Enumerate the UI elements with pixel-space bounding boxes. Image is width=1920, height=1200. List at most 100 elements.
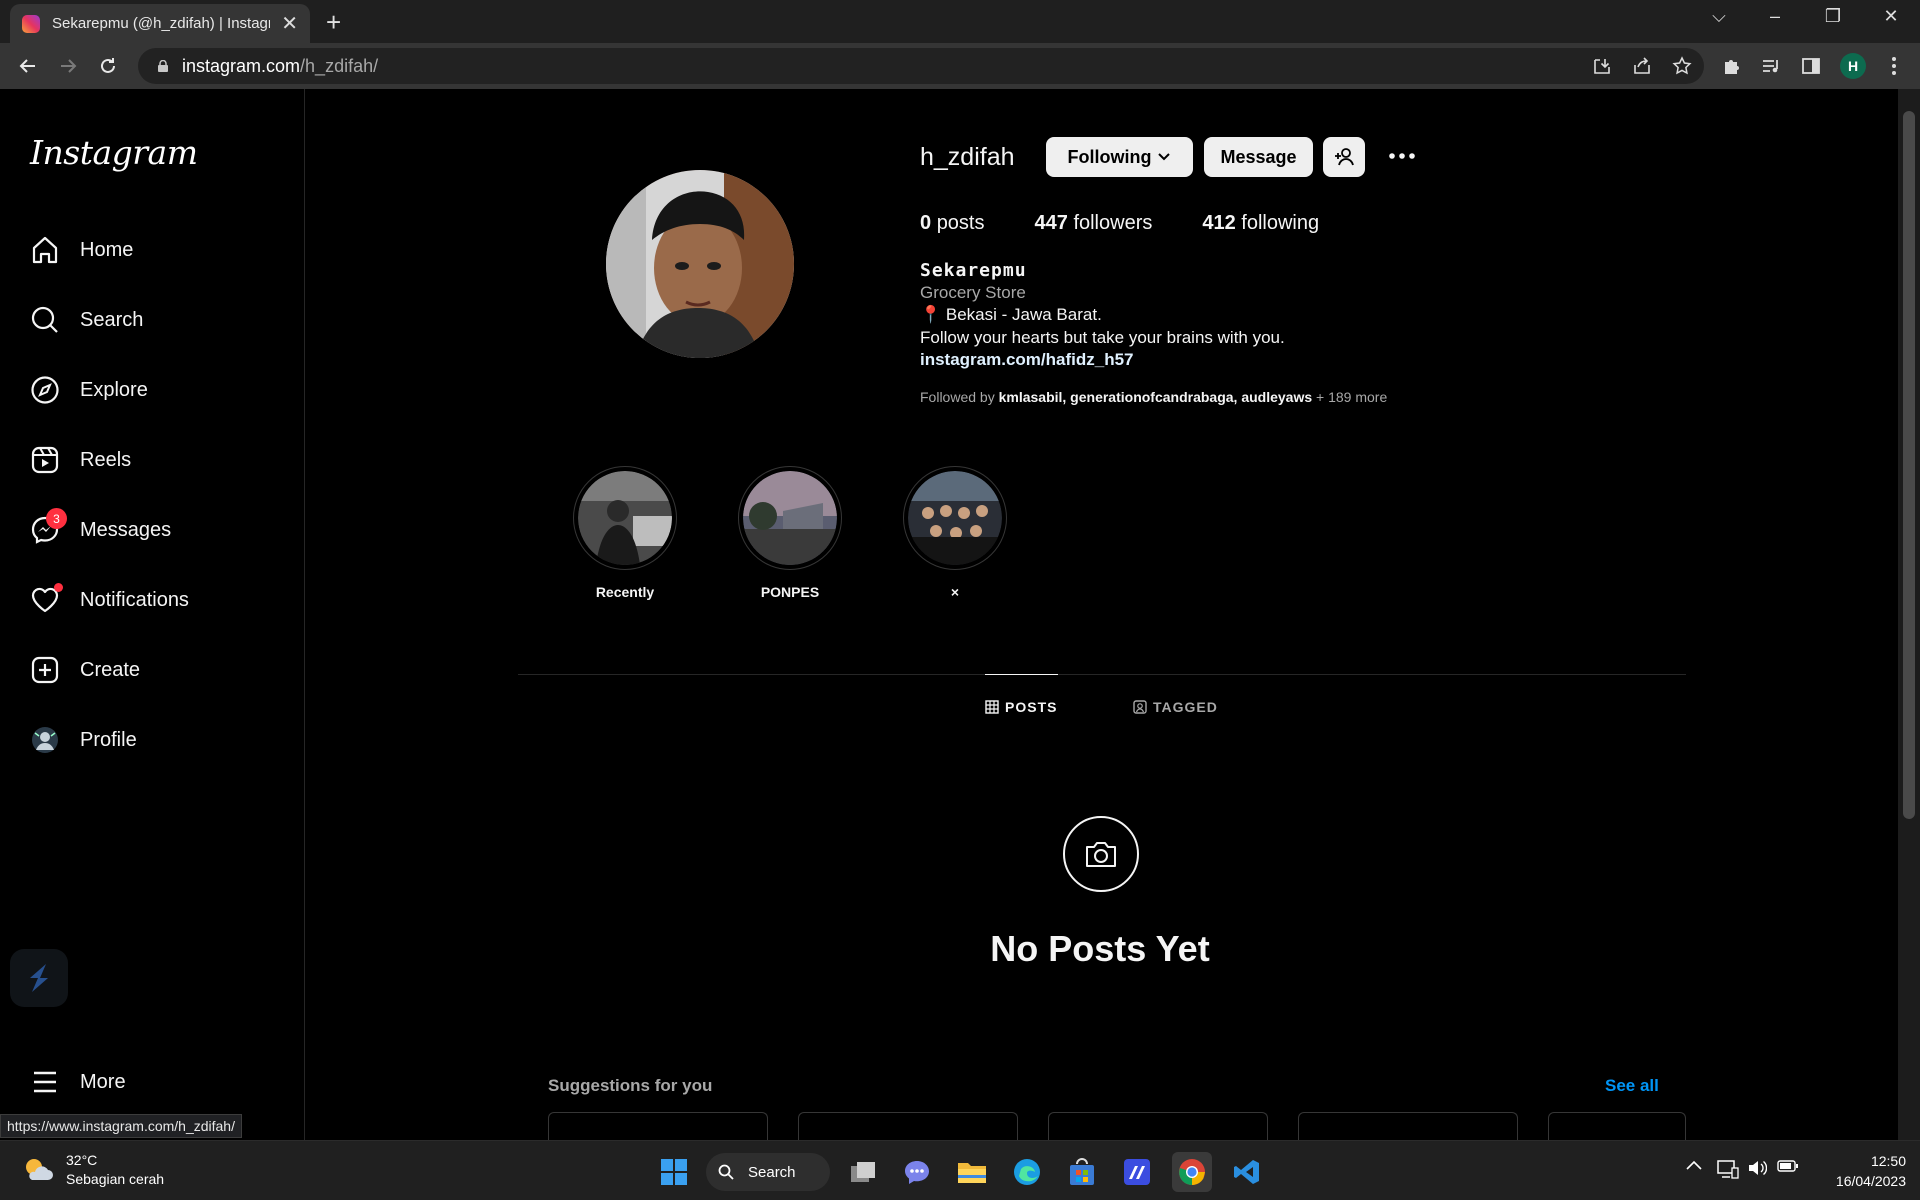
instagram-logo[interactable]: Instagram <box>30 133 198 172</box>
battery-icon[interactable] <box>1777 1159 1799 1173</box>
sidebar-item-label: Home <box>80 238 134 261</box>
install-app-icon[interactable] <box>1590 54 1614 78</box>
address-bar[interactable]: instagram.com/h_zdifah/ <box>138 48 1704 84</box>
clock-date: 16/04/2023 <box>1835 1173 1906 1189</box>
temperature: 32°C <box>66 1152 98 1168</box>
browser-profile-avatar[interactable]: H <box>1840 53 1866 79</box>
bio-location: 📍 Bekasi - Jawa Barat. <box>920 305 1102 324</box>
following-stat[interactable]: 412 following <box>1202 212 1319 235</box>
reels-icon <box>28 443 62 477</box>
taskbar-search[interactable]: Search <box>706 1153 830 1191</box>
sidebar-item-reels[interactable]: Reels <box>28 435 288 485</box>
tab-tagged[interactable]: TAGGED <box>1133 699 1218 715</box>
following-label: following <box>1241 212 1320 234</box>
story-highlight[interactable]: PONPES <box>736 466 844 600</box>
highlight-thumbnail <box>908 471 1002 565</box>
minimize-button[interactable]: – <box>1760 6 1790 27</box>
file-explorer-icon[interactable] <box>952 1152 992 1192</box>
browser-menu-icon[interactable] <box>1882 54 1906 78</box>
bio-link[interactable]: instagram.com/hafidz_h57 <box>920 350 1134 370</box>
highlight-label: PONPES <box>760 584 820 600</box>
highlight-label: Recently <box>595 584 655 600</box>
messenger-icon: 3 <box>28 508 67 547</box>
scrollbar-thumb[interactable] <box>1903 111 1915 819</box>
browser-tab[interactable]: Sekarepmu (@h_zdifah) | Instagram ✕ <box>10 4 310 43</box>
sidebar-item-label: Notifications <box>80 588 189 611</box>
hamburger-menu-icon <box>28 1065 62 1099</box>
edge-browser-icon[interactable] <box>1007 1152 1047 1192</box>
sidebar-item-more[interactable]: More <box>28 1057 288 1107</box>
windows-logo-icon <box>661 1159 687 1185</box>
tagged-person-icon <box>1133 700 1147 714</box>
highlight-thumbnail <box>578 471 672 565</box>
side-panel-icon[interactable] <box>1799 54 1823 78</box>
close-window-button[interactable]: ✕ <box>1876 6 1906 27</box>
volume-icon[interactable] <box>1747 1159 1767 1177</box>
sidebar-item-label: Reels <box>80 448 132 471</box>
network-icon[interactable] <box>1717 1159 1739 1179</box>
browser-toolbar: instagram.com/h_zdifah/ H <box>0 43 1920 89</box>
tab-posts-label: POSTS <box>1005 699 1058 715</box>
sidebar-item-notifications[interactable]: Notifications <box>28 575 288 625</box>
share-icon[interactable] <box>1630 54 1654 78</box>
profile-stats: 0 posts 447 followers 412 following <box>920 212 1319 235</box>
lock-icon <box>158 60 168 72</box>
sidebar-item-search[interactable]: Search <box>28 295 288 345</box>
sidebar-item-label: Search <box>80 308 144 331</box>
windows-taskbar: 32°C Sebagian cerah Search 12:50 16/04/2… <box>0 1140 1920 1200</box>
sidebar-item-label: Profile <box>80 728 137 751</box>
sidebar-item-label: Create <box>80 658 141 681</box>
weather-widget[interactable]: 32°C Sebagian cerah <box>22 1151 164 1189</box>
microsoft-store-icon[interactable] <box>1062 1152 1102 1192</box>
plus-square-icon <box>28 653 62 687</box>
bio-quote: Follow your hearts but take your brains … <box>920 328 1285 347</box>
link-status-bar: https://www.instagram.com/h_zdifah/ <box>0 1114 242 1138</box>
followed-by-names: kmlasabil, generationofcandrabaga, audle… <box>998 389 1313 405</box>
taskbar-search-label: Search <box>748 1163 796 1181</box>
extensions-puzzle-icon[interactable] <box>1719 54 1743 78</box>
sidebar-item-home[interactable]: Home <box>28 225 288 275</box>
forward-button[interactable] <box>54 52 82 80</box>
sidebar-item-explore[interactable]: Explore <box>28 365 288 415</box>
tab-search-button[interactable]: ⌵ <box>1704 6 1734 27</box>
floating-app-icon[interactable] <box>10 949 68 1007</box>
story-highlight[interactable]: × <box>901 466 1009 600</box>
task-view-icon[interactable] <box>843 1152 883 1192</box>
profile-category: Grocery Store <box>920 283 1026 302</box>
highlight-label: × <box>950 584 960 600</box>
posts-label: posts <box>936 212 985 234</box>
system-clock[interactable]: 12:50 16/04/2023 <box>1818 1151 1906 1191</box>
tabs-divider <box>518 674 1686 675</box>
bookmark-star-icon[interactable] <box>1670 54 1694 78</box>
following-button[interactable]: Following <box>1046 137 1193 177</box>
back-button[interactable] <box>14 52 42 80</box>
tray-overflow-icon[interactable] <box>1685 1159 1703 1171</box>
sidebar-item-create[interactable]: Create <box>28 645 288 695</box>
media-queue-icon[interactable] <box>1759 54 1783 78</box>
profile-picture[interactable] <box>606 170 794 358</box>
compass-icon <box>28 373 62 407</box>
sidebar-item-profile[interactable]: Profile <box>28 715 288 765</box>
editor-app-icon[interactable] <box>1117 1152 1157 1192</box>
page-scrollbar[interactable] <box>1898 89 1920 1140</box>
restore-button[interactable]: ❐ <box>1818 6 1848 27</box>
vscode-icon[interactable] <box>1227 1152 1267 1192</box>
options-button[interactable] <box>1388 148 1416 168</box>
followed-by[interactable]: Followed by kmlasabil, generationofcandr… <box>920 389 1387 405</box>
tab-close-icon[interactable]: ✕ <box>281 11 298 36</box>
suggest-people-button[interactable] <box>1323 137 1365 177</box>
chrome-browser-icon[interactable] <box>1172 1152 1212 1192</box>
sidebar-item-messages[interactable]: 3 Messages <box>28 505 288 555</box>
tab-posts[interactable]: POSTS <box>985 699 1057 715</box>
followers-stat[interactable]: 447 followers <box>1035 212 1153 235</box>
see-all-link[interactable]: See all <box>1605 1076 1659 1096</box>
profile-display-name: Sekarepmu <box>920 260 1027 281</box>
start-button[interactable] <box>654 1152 694 1192</box>
reload-button[interactable] <box>94 52 122 80</box>
highlight-thumbnail <box>743 471 837 565</box>
new-tab-button[interactable]: + <box>326 7 341 38</box>
story-highlight[interactable]: Recently <box>571 466 679 600</box>
message-button[interactable]: Message <box>1204 137 1313 177</box>
clock-time: 12:50 <box>1870 1153 1906 1169</box>
teams-chat-icon[interactable] <box>897 1152 937 1192</box>
